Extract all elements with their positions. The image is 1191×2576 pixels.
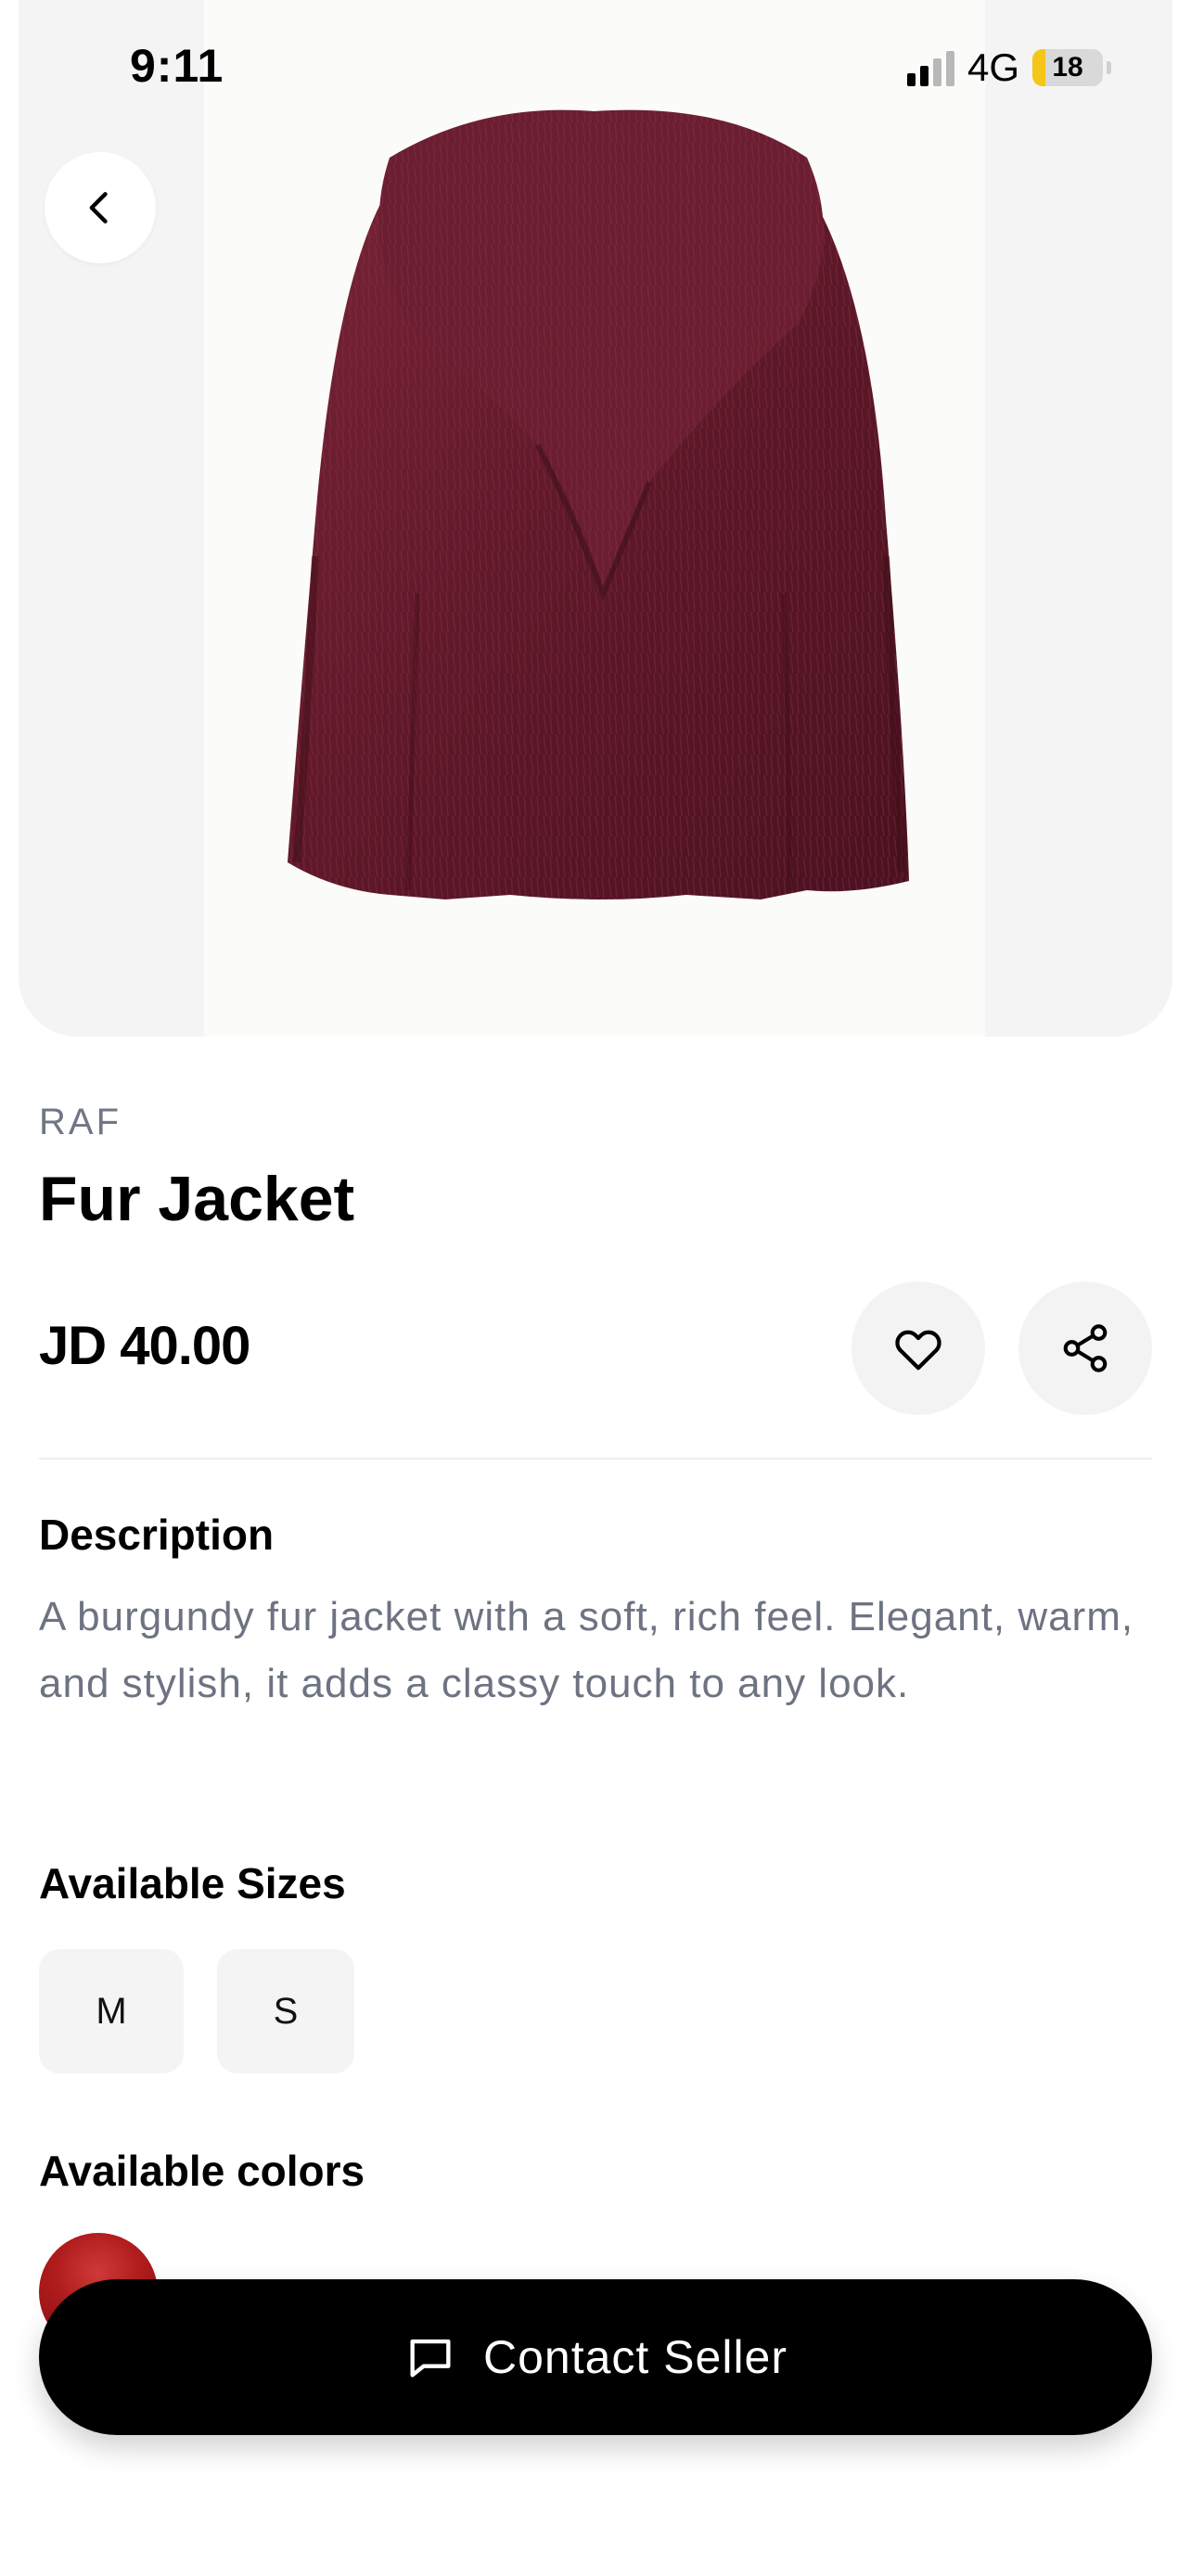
battery-level: [1032, 49, 1045, 86]
product-photo: [204, 0, 985, 1037]
status-time: 9:11: [130, 40, 224, 92]
cellular-signal-icon: [906, 49, 954, 86]
colors-heading: Available colors: [39, 2147, 365, 2195]
product-title: Fur Jacket: [39, 1164, 355, 1234]
size-option-s[interactable]: S: [217, 1949, 354, 2073]
fur-jacket-illustration: [288, 109, 909, 899]
chat-bubble-icon: [410, 2339, 451, 2378]
back-button[interactable]: [45, 152, 156, 263]
battery-percent: 18: [1052, 52, 1083, 83]
brand-name: RAF: [39, 1102, 122, 1142]
chevron-left-icon: [89, 192, 108, 223]
description-heading: Description: [39, 1511, 275, 1559]
contact-seller-label: Contact Seller: [482, 2331, 788, 2383]
battery-icon: 18: [1032, 49, 1103, 86]
description-text: A burgundy fur jacket with a soft, rich …: [39, 1594, 1134, 1706]
contact-seller-button[interactable]: Contact Seller: [39, 2279, 1152, 2435]
section-divider: [39, 1458, 1152, 1460]
share-icon: [1063, 1324, 1108, 1372]
size-options: M S: [39, 1949, 354, 2073]
size-option-m[interactable]: M: [39, 1949, 184, 2073]
battery-tip: [1107, 61, 1111, 74]
status-indicators: 4G 18: [906, 45, 1111, 91]
favorite-button[interactable]: [852, 1282, 985, 1415]
product-price: JD 40.00: [39, 1316, 250, 1376]
heart-icon: [895, 1330, 941, 1371]
sizes-heading: Available Sizes: [39, 1859, 346, 1907]
network-type: 4G: [967, 45, 1019, 89]
product-image-carousel[interactable]: [19, 0, 1172, 1037]
share-button[interactable]: [1018, 1282, 1152, 1415]
